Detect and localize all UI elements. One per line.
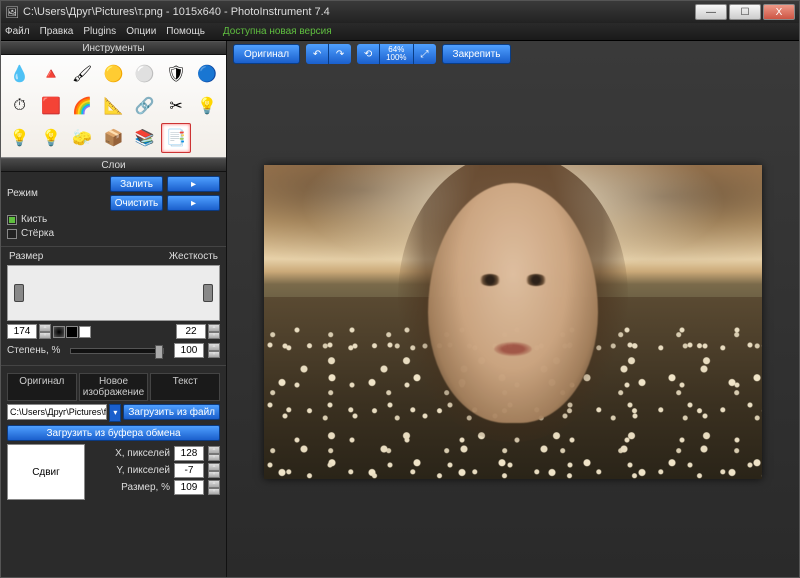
eraser-checkbox[interactable] bbox=[7, 229, 17, 239]
imgsize-value[interactable]: 109 bbox=[174, 480, 204, 495]
update-link[interactable]: Доступна новая версия bbox=[223, 26, 332, 37]
menu-plugins[interactable]: Plugins bbox=[83, 26, 116, 37]
titlebar: 🖼 C:\Users\Друг\Pictures\т.png - 1015x64… bbox=[1, 1, 799, 23]
x-stepper[interactable]: ▴▾ bbox=[208, 446, 220, 461]
tool-1[interactable]: 🔺 bbox=[36, 59, 65, 89]
reset-button[interactable]: ⟲ bbox=[357, 44, 379, 64]
window-title: C:\Users\Друг\Pictures\т.png - 1015x640 … bbox=[23, 6, 330, 18]
swatch-hard[interactable] bbox=[66, 326, 78, 338]
tool-2[interactable]: 🖌 bbox=[68, 59, 97, 89]
app-icon: 🖼 bbox=[5, 6, 19, 19]
tool-17[interactable]: 📦 bbox=[99, 123, 128, 153]
eraser-label: Стёрка bbox=[21, 228, 54, 239]
opacity-label: Степень, % bbox=[7, 345, 60, 356]
hardness-value[interactable]: 22 bbox=[176, 324, 206, 339]
clear-button[interactable]: Очистить bbox=[110, 195, 163, 211]
menu-file[interactable]: Файл bbox=[5, 26, 30, 37]
canvas[interactable] bbox=[227, 67, 799, 577]
tool-8[interactable]: 🟥 bbox=[36, 91, 65, 121]
zoom-indicator[interactable]: 64%100% bbox=[380, 44, 412, 64]
tool-12[interactable]: ✂ bbox=[161, 91, 190, 121]
tools-grid: 💧🔺🖌🟡⚪🛡🔵⏱🟥🌈📐🔗✂💡💡💡🧽📦📚📑 bbox=[1, 55, 226, 158]
shift-button[interactable]: Сдвиг bbox=[7, 444, 85, 500]
load-clipboard-button[interactable]: Загрузить из буфера обмена bbox=[7, 425, 220, 441]
tool-18[interactable]: 📚 bbox=[130, 123, 159, 153]
opacity-stepper[interactable]: ▴▾ bbox=[208, 343, 220, 358]
tools-panel-title: Инструменты bbox=[1, 41, 226, 55]
menubar: Файл Правка Plugins Опции Помощь Доступн… bbox=[1, 23, 799, 41]
opacity-value[interactable]: 100 bbox=[174, 343, 204, 358]
size-value[interactable]: 174 bbox=[7, 324, 37, 339]
clear-extra-button[interactable]: ▸ bbox=[167, 195, 220, 211]
tab-text[interactable]: Текст bbox=[150, 373, 220, 401]
y-stepper[interactable]: ▴▾ bbox=[208, 463, 220, 478]
menu-edit[interactable]: Правка bbox=[40, 26, 74, 37]
tool-14[interactable]: 💡 bbox=[5, 123, 34, 153]
hardness-slider-knob[interactable] bbox=[203, 284, 213, 302]
fill-extra-button[interactable]: ▸ bbox=[167, 176, 220, 192]
tool-0[interactable]: 💧 bbox=[5, 59, 34, 89]
close-button[interactable]: X bbox=[763, 4, 795, 20]
maximize-button[interactable]: ☐ bbox=[729, 4, 761, 20]
brush-checkbox[interactable] bbox=[7, 215, 17, 225]
sidebar: Инструменты 💧🔺🖌🟡⚪🛡🔵⏱🟥🌈📐🔗✂💡💡💡🧽📦📚📑 Слои Ре… bbox=[1, 41, 227, 577]
load-file-button[interactable]: Загрузить из файл bbox=[123, 404, 220, 420]
tool-4[interactable]: ⚪ bbox=[130, 59, 159, 89]
brush-slider-area[interactable] bbox=[7, 265, 220, 321]
path-dropdown[interactable]: ▾ bbox=[109, 404, 121, 422]
hardness-label: Жесткость bbox=[169, 251, 218, 262]
tab-newimage[interactable]: Новое изображение bbox=[79, 373, 149, 401]
tool-11[interactable]: 🔗 bbox=[130, 91, 159, 121]
tool-10[interactable]: 📐 bbox=[99, 91, 128, 121]
minimize-button[interactable]: — bbox=[695, 4, 727, 20]
y-label: Y, пикселей bbox=[116, 465, 170, 476]
tool-13[interactable]: 💡 bbox=[193, 91, 222, 121]
size-slider-knob[interactable] bbox=[14, 284, 24, 302]
y-value[interactable]: -7 bbox=[174, 463, 204, 478]
swatch-white[interactable] bbox=[79, 326, 91, 338]
layers-panel-title: Слои bbox=[1, 158, 226, 172]
brush-label: Кисть bbox=[21, 214, 47, 225]
imgsize-label: Размер, % bbox=[121, 482, 170, 493]
tool-16[interactable]: 🧽 bbox=[68, 123, 97, 153]
tool-9[interactable]: 🌈 bbox=[68, 91, 97, 121]
hardness-stepper[interactable]: ▴▾ bbox=[208, 324, 220, 339]
undo-button[interactable]: ↶ bbox=[306, 44, 328, 64]
imgsize-stepper[interactable]: ▴▾ bbox=[208, 480, 220, 495]
fit-button[interactable]: ⤢ bbox=[414, 44, 436, 64]
menu-help[interactable]: Помощь bbox=[166, 26, 205, 37]
tool-19[interactable]: 📑 bbox=[161, 123, 190, 153]
redo-button[interactable]: ↷ bbox=[329, 44, 351, 64]
photo-preview bbox=[264, 165, 762, 479]
apply-button[interactable]: Закрепить bbox=[442, 44, 512, 64]
original-button[interactable]: Оригинал bbox=[233, 44, 300, 64]
tool-3[interactable]: 🟡 bbox=[99, 59, 128, 89]
tool-5[interactable]: 🛡 bbox=[161, 59, 190, 89]
size-label: Размер bbox=[9, 251, 43, 262]
tool-7[interactable]: ⏱ bbox=[5, 91, 34, 121]
swatch-soft[interactable] bbox=[53, 326, 65, 338]
main-toolbar: Оригинал ↶ ↷ ⟲ 64%100% ⤢ Закрепить bbox=[227, 41, 799, 67]
tool-15[interactable]: 💡 bbox=[36, 123, 65, 153]
size-stepper[interactable]: ▴▾ bbox=[39, 324, 51, 339]
menu-options[interactable]: Опции bbox=[126, 26, 156, 37]
fill-button[interactable]: Залить bbox=[110, 176, 163, 192]
x-value[interactable]: 128 bbox=[174, 446, 204, 461]
canvas-area: Оригинал ↶ ↷ ⟲ 64%100% ⤢ Закрепить bbox=[227, 41, 799, 577]
tool-6[interactable]: 🔵 bbox=[193, 59, 222, 89]
mode-label: Режим bbox=[7, 188, 38, 199]
opacity-slider[interactable] bbox=[70, 348, 164, 354]
image-path[interactable]: C:\Users\Друг\Pictures\foto na bbox=[7, 404, 107, 420]
x-label: X, пикселей bbox=[115, 448, 170, 459]
tab-original[interactable]: Оригинал bbox=[7, 373, 77, 401]
